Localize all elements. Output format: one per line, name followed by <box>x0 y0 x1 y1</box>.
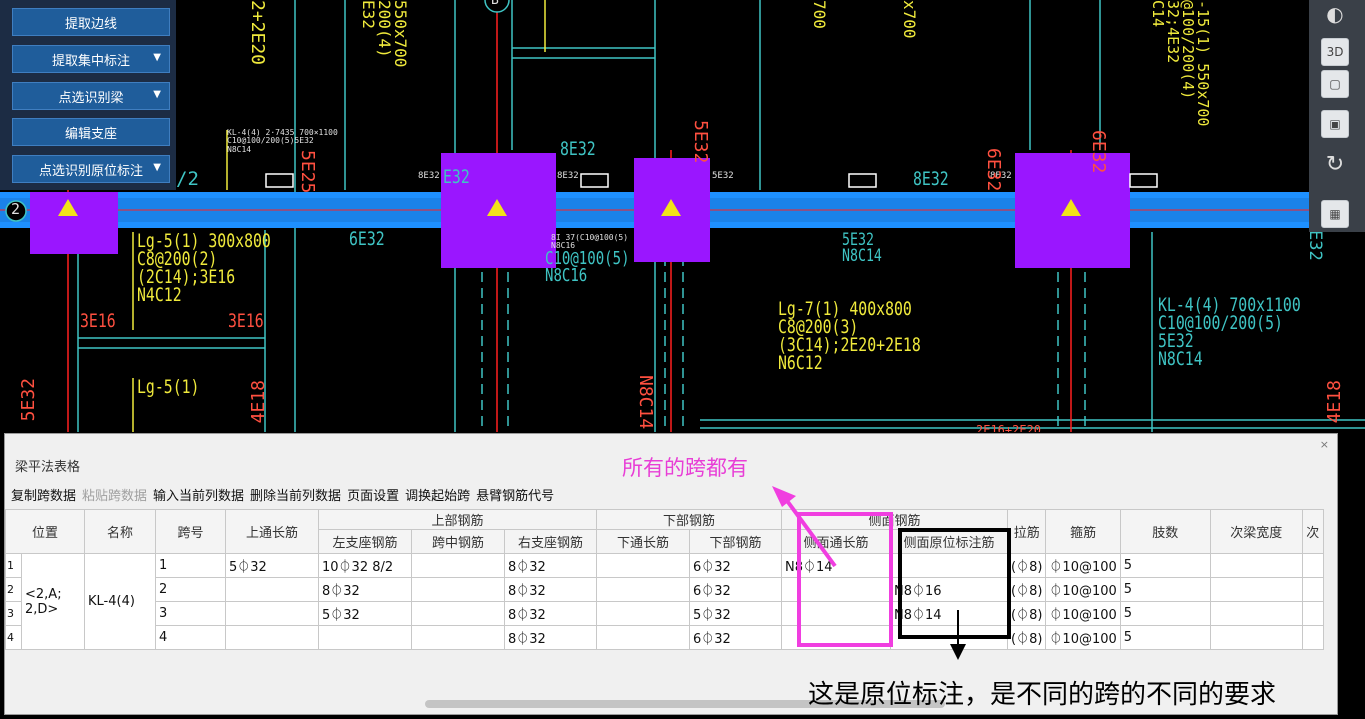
app-window: 2 B KL-4(4) 2·7435 700×1100 C10@100/200(… <box>0 0 1365 719</box>
annotation-in-situ-explanation: 这是原位标注，是不同的跨的不同的要求 <box>808 680 1277 710</box>
annotation-arrows <box>772 486 966 660</box>
highlight-side-through-column <box>797 512 893 647</box>
highlight-side-in-situ-column <box>898 528 1011 639</box>
